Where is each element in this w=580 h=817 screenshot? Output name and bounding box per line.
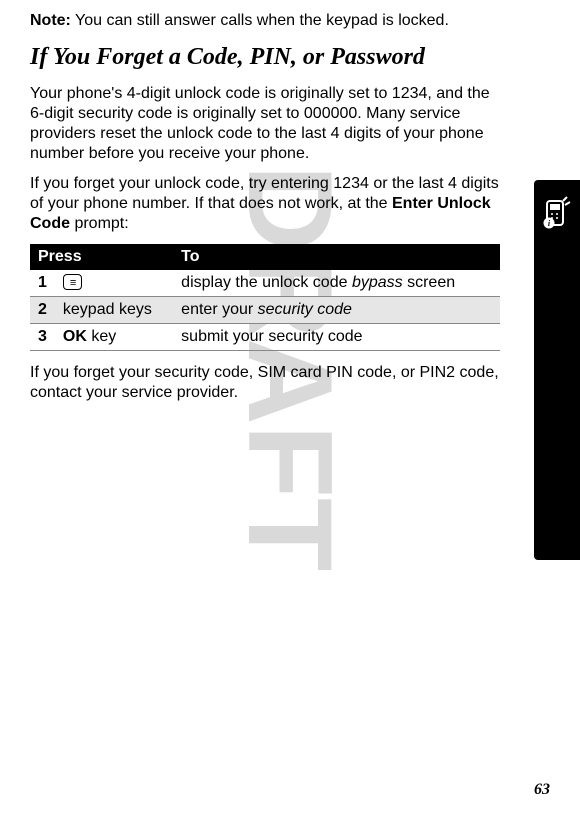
press-cell: OK key [55, 323, 173, 350]
header-press: Press [30, 244, 173, 270]
to-prefix: display the unlock code [181, 274, 352, 291]
step-number: 3 [30, 323, 55, 350]
press-suffix: key [87, 328, 116, 345]
table-row: 2 keypad keys enter your security code [30, 296, 500, 323]
header-to: To [173, 244, 500, 270]
to-suffix: screen [403, 274, 455, 291]
ok-key-label: OK [63, 328, 87, 345]
to-prefix: enter your [181, 301, 257, 318]
phone-info-icon: i [534, 190, 580, 236]
paragraph-3: If you forget your security code, SIM ca… [30, 363, 500, 403]
paragraph-1: Your phone's 4-digit unlock code is orig… [30, 84, 500, 164]
step-number: 2 [30, 296, 55, 323]
note-line: Note: You can still answer calls when th… [30, 12, 500, 30]
table-row: 3 OK key submit your security code [30, 323, 500, 350]
main-content: Note: You can still answer calls when th… [30, 12, 500, 403]
to-italic: bypass [352, 274, 403, 291]
paragraph-2: If you forget your unlock code, try ente… [30, 174, 500, 234]
instruction-table: Press To 1 ≡ display the unlock code byp… [30, 244, 500, 351]
to-cell: display the unlock code bypass screen [173, 270, 500, 297]
table-row: 1 ≡ display the unlock code bypass scree… [30, 270, 500, 297]
note-label: Note: [30, 12, 71, 29]
para2-suffix: prompt: [70, 215, 129, 232]
press-cell: keypad keys [55, 296, 173, 323]
note-text: You can still answer calls when the keyp… [71, 12, 449, 29]
side-tab-label: Learning to Use Your Phone [548, 270, 566, 458]
to-italic: security code [258, 301, 352, 318]
to-cell: submit your security code [173, 323, 500, 350]
step-number: 1 [30, 270, 55, 297]
to-prefix: submit your security code [181, 328, 362, 345]
to-cell: enter your security code [173, 296, 500, 323]
page-number: 63 [534, 781, 550, 799]
menu-key-icon: ≡ [63, 274, 82, 290]
section-heading: If You Forget a Code, PIN, or Password [30, 44, 500, 72]
press-cell: ≡ [55, 270, 173, 297]
